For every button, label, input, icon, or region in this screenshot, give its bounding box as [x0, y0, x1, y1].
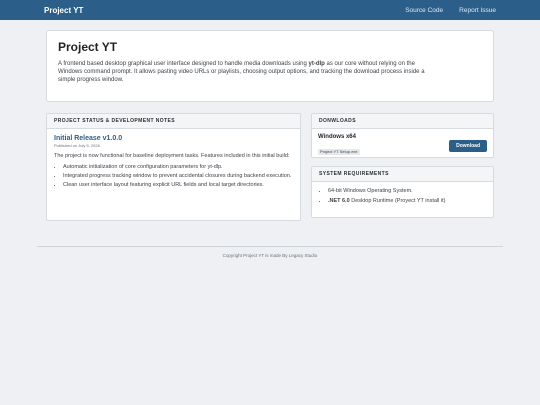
- project-status-header: PROJECT STATUS & DEVELOPMENT NOTES: [47, 114, 300, 129]
- footer-copyright: Copyright Project YT is made By Legacy S…: [222, 253, 318, 258]
- download-item: Windows x64 Project YT Setup.exe Downloa…: [312, 129, 493, 163]
- top-navigation-bar: Project YT Source Code Report Issue: [0, 0, 540, 20]
- system-requirements-header: SYSTEM REQUIREMENTS: [312, 167, 493, 182]
- report-issue-link[interactable]: Report Issue: [459, 7, 496, 14]
- list-item: Automatic initialization of core configu…: [63, 164, 293, 171]
- hero-title: Project YT: [58, 40, 118, 54]
- download-platform: Windows x64: [318, 134, 356, 140]
- list-item: .NET 6.0 Desktop Runtime (Proyect YT ins…: [328, 198, 486, 205]
- list-item: 64-bit Windows Operating System.: [328, 188, 486, 195]
- footer-divider: [37, 246, 503, 247]
- project-status-body: Initial Release v1.0.0 Published on July…: [47, 129, 300, 197]
- source-code-link[interactable]: Source Code: [405, 7, 443, 14]
- downloads-heading: DONWLOADS: [319, 118, 356, 124]
- downloads-header: DONWLOADS: [312, 114, 493, 129]
- release-date: Published on July 5, 2026: [54, 143, 100, 148]
- system-requirements-heading: SYSTEM REQUIREMENTS: [319, 171, 389, 177]
- dotnet-version: .NET 6.0: [328, 198, 350, 204]
- downloads-card: DONWLOADS Windows x64 Project YT Setup.e…: [311, 113, 494, 158]
- download-filename-badge: Project YT Setup.exe: [318, 148, 360, 155]
- hero-description-pre: A frontend based desktop graphical user …: [58, 61, 309, 67]
- release-title: Initial Release v1.0.0: [54, 135, 123, 142]
- list-item: Clean user interface layout featuring ex…: [63, 182, 293, 189]
- hero-section: Project YT A frontend based desktop grap…: [46, 30, 494, 102]
- release-description: The project is now functional for baseli…: [54, 153, 290, 159]
- system-requirements-body: 64-bit Windows Operating System. .NET 6.…: [312, 182, 493, 214]
- brand-logo-text[interactable]: Project YT: [44, 6, 83, 15]
- dotnet-desc: Desktop Runtime (Proyect YT install it): [349, 198, 446, 204]
- hero-description: A frontend based desktop graphical user …: [58, 60, 438, 84]
- list-item: Integrated progress tracking window to p…: [63, 173, 293, 180]
- project-status-card: PROJECT STATUS & DEVELOPMENT NOTES Initi…: [46, 113, 301, 221]
- download-button[interactable]: Download: [449, 140, 487, 152]
- system-requirements-card: SYSTEM REQUIREMENTS 64-bit Windows Opera…: [311, 166, 494, 218]
- download-info: Windows x64 Project YT Setup.exe: [318, 134, 360, 158]
- release-feature-list: Automatic initialization of core configu…: [54, 164, 293, 189]
- project-status-heading: PROJECT STATUS & DEVELOPMENT NOTES: [54, 118, 175, 124]
- top-nav-links: Source Code Report Issue: [405, 7, 496, 14]
- requirements-list: 64-bit Windows Operating System. .NET 6.…: [319, 188, 486, 205]
- hero-description-bold: yt-dlp: [308, 61, 325, 67]
